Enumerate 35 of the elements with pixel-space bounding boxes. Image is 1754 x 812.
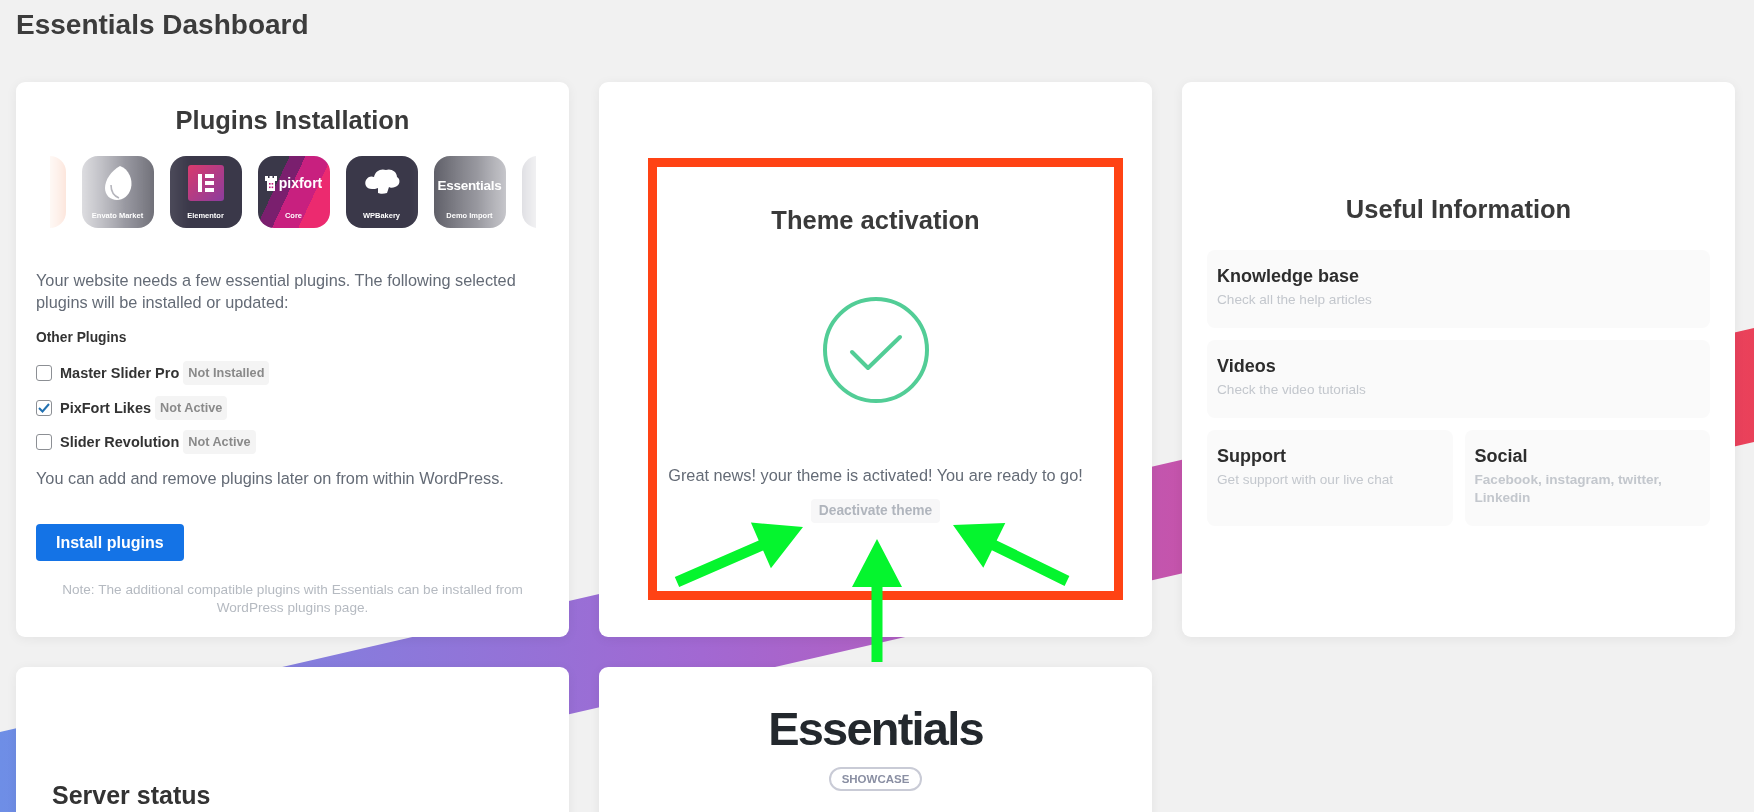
page-title: Essentials Dashboard <box>16 8 309 42</box>
card-title: Theme activation <box>771 204 980 235</box>
checkbox[interactable] <box>36 434 52 450</box>
intro-text: Your website needs a few essential plugins. The following selected plugins will be installed or updated: <box>36 270 517 313</box>
plugin-tile <box>49 156 66 228</box>
note-text: Note: The additional compatible plugins with Essentials can be installed from WordPress plugins page. <box>61 581 524 617</box>
info-title: Videos <box>1217 354 1276 377</box>
plugin-name: PixFort Likes <box>60 399 152 416</box>
logo-text: pixfort <box>278 175 323 191</box>
leaf-icon <box>102 165 133 201</box>
card-title: Useful Information <box>1344 193 1573 224</box>
castle-icon <box>264 175 277 191</box>
status-tag: Not Installed <box>183 361 270 385</box>
brand-title: Essentials <box>768 704 983 754</box>
plugin-name: Master Slider Pro <box>60 365 180 381</box>
plugin-name: Slider Revolution <box>60 434 180 450</box>
logo-text: Essentials <box>437 178 502 194</box>
plugin-tile <box>521 156 538 228</box>
info-text: You can add and remove plugins later on from within WordPress. <box>36 468 504 489</box>
info-title: Knowledge base <box>1217 264 1360 287</box>
status-message: Great news! your theme is activated! You are ready to go! <box>668 464 1083 486</box>
status-tag: Not Active <box>155 395 228 420</box>
section-label: Other Plugins <box>36 329 127 347</box>
card-title: Server status <box>52 781 212 809</box>
checkmark-icon <box>38 402 50 413</box>
checkbox[interactable] <box>36 365 52 381</box>
info-title: Social <box>1474 444 1528 467</box>
card-title: Plugins Installation <box>174 105 411 135</box>
checkbox[interactable] <box>36 399 52 416</box>
cloud-icon <box>362 167 401 195</box>
bars-square-icon <box>187 165 224 201</box>
showcase-tag: SHOWCASE <box>828 767 923 791</box>
info-title: Support <box>1217 444 1286 467</box>
status-tag: Not Active <box>183 430 256 454</box>
install-plugins-button[interactable]: Install plugins <box>36 524 184 561</box>
